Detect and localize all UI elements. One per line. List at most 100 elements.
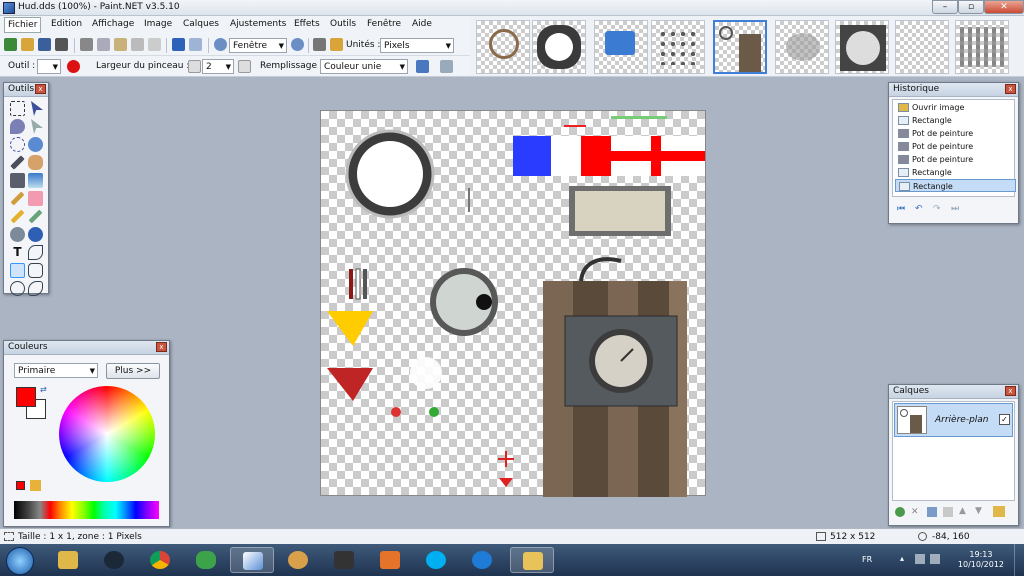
paste-icon[interactable]	[114, 38, 127, 51]
taskbar-paintnet[interactable]	[230, 547, 274, 573]
move-pixels-icon[interactable]	[31, 119, 43, 134]
ellipse-tool-icon[interactable]	[10, 281, 25, 296]
lasso-icon[interactable]	[10, 119, 25, 134]
increase-width-icon[interactable]	[238, 60, 251, 73]
rewind-icon[interactable]: ⏮	[897, 204, 909, 214]
new-image-icon[interactable]	[4, 38, 17, 51]
image-thumbnail[interactable]	[651, 20, 705, 74]
taskbar-folder[interactable]	[510, 547, 554, 573]
image-canvas[interactable]	[320, 110, 706, 497]
image-thumbnail[interactable]	[594, 20, 648, 74]
move-layer-down-icon[interactable]: ▼	[975, 506, 982, 516]
taskbar-media-center[interactable]	[322, 547, 366, 573]
text-tool-icon[interactable]: T	[10, 245, 25, 260]
color-mode-select[interactable]: Primaire ▼	[14, 363, 98, 378]
zoom-in-icon[interactable]	[291, 38, 304, 51]
menu-affichage[interactable]: Affichage	[92, 19, 134, 29]
redo-icon[interactable]: ↷	[933, 204, 945, 214]
history-item[interactable]: Pot de peinture	[895, 153, 1016, 166]
clone-stamp-icon[interactable]	[10, 227, 25, 242]
taskbar-ie[interactable]	[460, 547, 504, 573]
close-button[interactable]: ✕	[984, 0, 1024, 14]
undo-icon[interactable]	[172, 38, 185, 51]
history-item[interactable]: Ouvrir image	[895, 101, 1016, 114]
menu-ajustements[interactable]: Ajustements	[230, 19, 286, 29]
minimize-button[interactable]: –	[932, 0, 958, 14]
move-layer-up-icon[interactable]: ▲	[959, 506, 966, 516]
crop-icon[interactable]	[131, 38, 144, 51]
copy-icon[interactable]	[97, 38, 110, 51]
clock[interactable]: 19:13 10/10/2012	[958, 550, 1004, 570]
tool-select[interactable]: ▼	[37, 59, 61, 74]
brush-width-input[interactable]: 2 ▼	[202, 59, 234, 74]
color-picker-icon[interactable]	[28, 209, 43, 224]
pencil-icon[interactable]	[10, 209, 25, 224]
taskbar-skype[interactable]	[414, 547, 458, 573]
color-mode-icon[interactable]	[67, 60, 80, 73]
deselect-icon[interactable]	[148, 38, 161, 51]
layer-properties-icon[interactable]	[993, 506, 1005, 517]
gradient-icon[interactable]	[28, 173, 43, 188]
decrease-width-icon[interactable]	[188, 60, 201, 73]
taskbar-explorer[interactable]	[46, 547, 90, 573]
show-desktop-button[interactable]	[1014, 544, 1024, 576]
fill-select[interactable]: Couleur unie ▼	[320, 59, 408, 74]
menu-effets[interactable]: Effets	[294, 19, 320, 29]
duplicate-layer-icon[interactable]	[927, 507, 937, 517]
taskbar-paint[interactable]	[276, 547, 320, 573]
rectangle-tool-icon[interactable]	[10, 263, 25, 278]
language-indicator[interactable]: FR	[862, 555, 872, 564]
zoom-out-icon[interactable]	[214, 38, 227, 51]
menu-image[interactable]: Image	[144, 19, 172, 29]
print-icon[interactable]	[55, 38, 68, 51]
antialias-icon[interactable]	[416, 60, 429, 73]
maximize-button[interactable]: ▫	[958, 0, 984, 14]
image-thumbnail[interactable]	[775, 20, 829, 74]
image-thumbnail[interactable]	[955, 20, 1009, 74]
close-icon[interactable]: x	[156, 342, 167, 352]
volume-icon[interactable]	[930, 554, 940, 564]
menu-outils[interactable]: Outils	[330, 19, 356, 29]
menu-edition[interactable]: Edition	[51, 19, 82, 29]
layer-item[interactable]: Arrière-plan ✓	[894, 403, 1013, 437]
menu-fenetre[interactable]: Fenêtre	[367, 19, 401, 29]
eraser-icon[interactable]	[28, 191, 43, 206]
blend-mode-icon[interactable]	[440, 60, 453, 73]
grid-icon[interactable]	[313, 38, 326, 51]
color-palette[interactable]	[14, 501, 159, 519]
history-item[interactable]: Rectangle	[895, 114, 1016, 127]
paint-bucket-icon[interactable]	[10, 173, 25, 188]
color-wheel[interactable]	[59, 386, 155, 482]
palette-menu-icon[interactable]	[30, 480, 41, 491]
zoom-icon[interactable]	[28, 137, 43, 152]
open-icon[interactable]	[21, 38, 34, 51]
units-select[interactable]: Pixels ▼	[380, 38, 454, 53]
recolor-icon[interactable]	[28, 227, 43, 242]
magic-wand-icon[interactable]	[10, 155, 25, 170]
fast-forward-icon[interactable]: ⏭	[951, 204, 963, 214]
swap-colors-icon[interactable]: ⇄	[40, 385, 47, 394]
primary-color-swatch[interactable]	[16, 387, 36, 407]
image-thumbnail[interactable]	[895, 20, 949, 74]
redo-icon[interactable]	[189, 38, 202, 51]
network-icon[interactable]	[915, 554, 925, 564]
close-icon[interactable]: x	[35, 84, 46, 94]
image-thumbnail-active[interactable]	[713, 20, 767, 74]
menu-calques[interactable]: Calques	[183, 19, 219, 29]
taskbar-media-player[interactable]	[368, 547, 412, 573]
paintbrush-icon[interactable]	[10, 191, 25, 206]
rect-select-icon[interactable]	[10, 101, 25, 116]
image-thumbnail[interactable]	[532, 20, 586, 74]
rounded-rect-icon[interactable]	[28, 263, 43, 278]
history-item-selected[interactable]: Rectangle	[895, 179, 1016, 192]
tray-arrow-icon[interactable]: ▴	[900, 554, 910, 564]
line-curve-icon[interactable]	[28, 245, 43, 260]
close-icon[interactable]: x	[1005, 84, 1016, 94]
layer-visibility-checkbox[interactable]: ✓	[999, 414, 1010, 425]
taskbar-chrome[interactable]	[138, 547, 182, 573]
freeform-shape-icon[interactable]	[28, 281, 43, 296]
ruler-icon[interactable]	[330, 38, 343, 51]
delete-layer-icon[interactable]: ✕	[911, 507, 921, 517]
menu-fichier[interactable]: Fichier	[4, 17, 42, 33]
taskbar-steam[interactable]	[92, 547, 136, 573]
